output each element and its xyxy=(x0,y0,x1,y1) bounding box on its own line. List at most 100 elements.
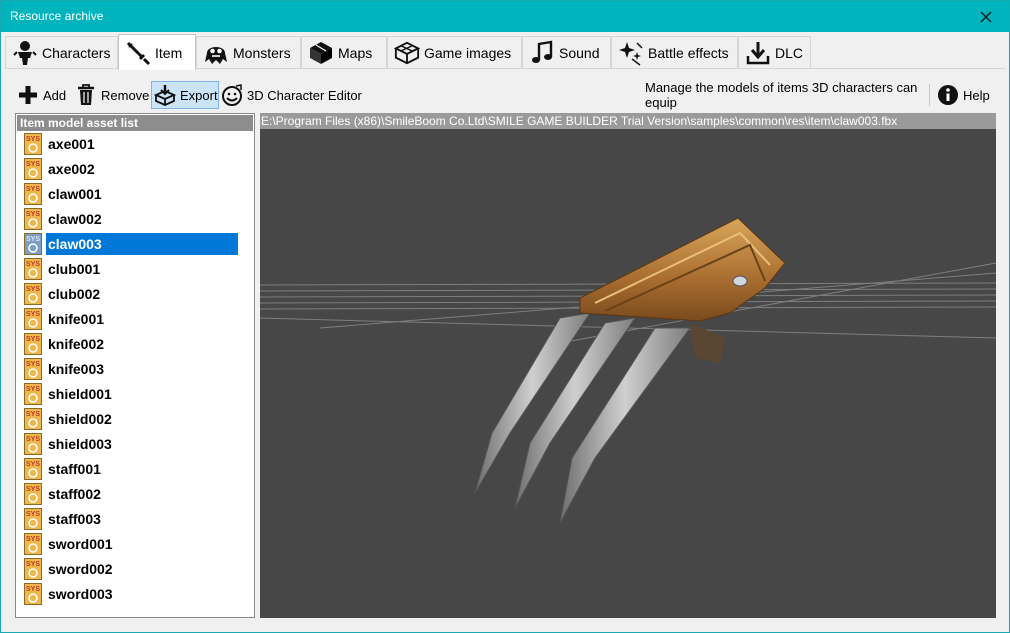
list-item-label: sword003 xyxy=(48,586,113,602)
list-item-label: claw001 xyxy=(48,186,102,202)
list-item[interactable]: SYS shield003 xyxy=(24,432,238,456)
game-images-icon xyxy=(394,40,420,66)
tab-characters[interactable]: Characters xyxy=(5,36,118,68)
help-label: Help xyxy=(963,87,990,103)
list-item[interactable]: SYS claw001 xyxy=(24,182,238,206)
sys-badge-text: SYS xyxy=(26,161,40,168)
sys-badge-text: SYS xyxy=(26,386,40,393)
list-item[interactable]: SYS staff002 xyxy=(24,482,238,506)
sys-asset-icon: SYS xyxy=(24,508,42,530)
tab-item-label: Item xyxy=(155,44,183,61)
sys-asset-icon: SYS xyxy=(24,358,42,380)
list-item[interactable]: SYS knife003 xyxy=(24,357,238,381)
list-item[interactable]: SYS claw003 xyxy=(24,232,238,256)
list-item[interactable]: SYS club002 xyxy=(24,282,238,306)
sys-asset-icon: SYS xyxy=(24,458,42,480)
tab-battle-effects[interactable]: Battle effects xyxy=(611,36,738,68)
sparkle-icon xyxy=(618,40,644,66)
list-item-label: sword001 xyxy=(48,536,113,552)
download-icon xyxy=(745,40,771,66)
help-button[interactable]: Help xyxy=(937,81,993,109)
tab-monsters-label: Monsters xyxy=(233,44,291,61)
list-item[interactable]: SYS knife002 xyxy=(24,332,238,356)
list-item[interactable]: SYS knife001 xyxy=(24,307,238,331)
list-item[interactable]: SYS sword003 xyxy=(24,582,238,606)
sys-asset-icon: SYS xyxy=(24,333,42,355)
sys-asset-icon: SYS xyxy=(24,133,42,155)
tab-game-images-label: Game images xyxy=(424,44,512,61)
info-icon xyxy=(937,84,959,106)
export-button[interactable]: Export xyxy=(151,81,219,109)
sys-asset-icon: SYS xyxy=(24,483,42,505)
list-item-label: club002 xyxy=(48,286,101,302)
sys-badge-text: SYS xyxy=(26,286,40,293)
tab-monsters[interactable]: Monsters xyxy=(196,36,301,68)
list-item[interactable]: SYS staff001 xyxy=(24,457,238,481)
list-item-label: staff001 xyxy=(48,461,101,477)
list-item[interactable]: SYS claw002 xyxy=(24,207,238,231)
export-label: Export xyxy=(180,87,218,103)
character-editor-button[interactable]: 3D Character Editor xyxy=(221,81,371,109)
list-item-label: staff003 xyxy=(48,511,101,527)
list-item-label: shield001 xyxy=(48,386,112,402)
sys-asset-icon: SYS xyxy=(24,308,42,330)
list-item[interactable]: SYS axe001 xyxy=(24,132,238,156)
list-item-label: knife001 xyxy=(48,311,105,327)
export-box-icon xyxy=(154,84,176,106)
sys-badge-text: SYS xyxy=(26,436,40,443)
list-item-label: axe001 xyxy=(48,136,95,152)
list-item[interactable]: SYS sword002 xyxy=(24,557,238,581)
sys-badge-text: SYS xyxy=(26,561,40,568)
plus-icon xyxy=(17,84,39,106)
list-item[interactable]: SYS club001 xyxy=(24,257,238,281)
sys-badge-text: SYS xyxy=(26,511,40,518)
sys-badge-text: SYS xyxy=(26,186,40,193)
sys-asset-icon: SYS xyxy=(24,183,42,205)
tab-sound-label: Sound xyxy=(559,44,600,61)
sys-asset-icon: SYS xyxy=(24,208,42,230)
resource-archive-window: Resource archive Characters Item Monster… xyxy=(0,0,1010,633)
model-preview-render xyxy=(260,217,996,524)
tab-item[interactable]: Item xyxy=(118,34,196,70)
list-item[interactable]: SYS sword001 xyxy=(24,532,238,556)
tab-dlc[interactable]: DLC xyxy=(738,36,811,68)
asset-list-panel: Item model asset list SYS axe001 SYS axe002… xyxy=(15,113,255,618)
tab-maps[interactable]: Maps xyxy=(301,36,387,68)
add-button[interactable]: Add xyxy=(17,81,73,109)
trash-icon xyxy=(75,84,97,106)
remove-button[interactable]: Remove xyxy=(75,81,151,109)
list-item-label: sword002 xyxy=(48,561,113,577)
list-item[interactable]: SYS shield002 xyxy=(24,407,238,431)
map-icon xyxy=(308,40,334,66)
list-item-label: axe002 xyxy=(48,161,95,177)
sys-asset-icon: SYS xyxy=(24,408,42,430)
toolbar-separator xyxy=(929,84,930,106)
sys-badge-text: SYS xyxy=(26,236,40,243)
sys-asset-icon: SYS xyxy=(24,233,42,255)
model-preview-viewport[interactable]: E:\Program Files (x86)\SmileBoom Co.Ltd\… xyxy=(260,113,996,618)
sys-badge-text: SYS xyxy=(26,486,40,493)
sys-asset-icon: SYS xyxy=(24,533,42,555)
character-icon xyxy=(12,40,38,66)
list-item-label: knife003 xyxy=(48,361,105,377)
tab-characters-label: Characters xyxy=(42,44,111,61)
list-item[interactable]: SYS shield001 xyxy=(24,382,238,406)
list-item-label: shield003 xyxy=(48,436,112,452)
list-item-label: staff002 xyxy=(48,486,101,502)
toolbar: Add Remove Export 3D Character Editor Ma… xyxy=(11,80,1001,110)
list-item[interactable]: SYS axe002 xyxy=(24,157,238,181)
list-item-label: knife002 xyxy=(48,336,105,352)
list-item-label: claw002 xyxy=(48,211,102,227)
tab-maps-label: Maps xyxy=(338,44,373,61)
smiley-editor-icon xyxy=(221,84,243,106)
tab-game-images[interactable]: Game images xyxy=(387,36,522,68)
title-bar: Resource archive xyxy=(1,1,1009,32)
model-file-path: E:\Program Files (x86)\SmileBoom Co.Ltd\… xyxy=(260,113,996,129)
list-item[interactable]: SYS staff003 xyxy=(24,507,238,531)
close-button[interactable] xyxy=(963,1,1009,32)
sys-badge-text: SYS xyxy=(26,336,40,343)
tab-sound[interactable]: Sound xyxy=(522,36,611,68)
sys-badge-text: SYS xyxy=(26,461,40,468)
tab-battle-effects-label: Battle effects xyxy=(648,44,729,61)
music-note-icon xyxy=(529,40,555,66)
